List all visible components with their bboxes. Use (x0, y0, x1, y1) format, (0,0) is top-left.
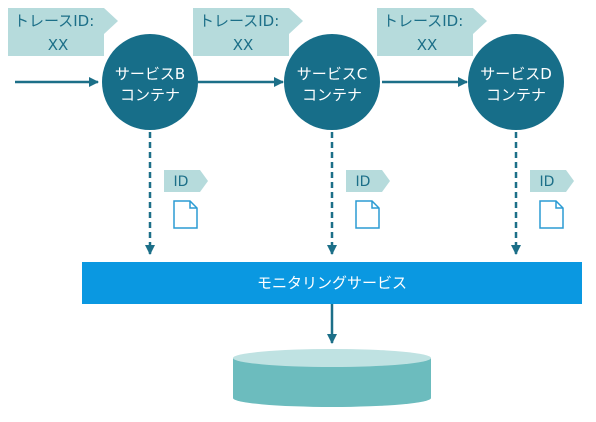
service-b-container: サービスB コンテナ (102, 34, 198, 130)
monitoring-service: モニタリングサービス (82, 262, 582, 304)
service-c-name: サービスC (297, 65, 367, 83)
trace-value-b: XX (48, 36, 69, 54)
id-tag-b: ID (164, 170, 208, 192)
trace-label-c: トレースID: (199, 12, 279, 30)
trace-label-d: トレースID: (383, 12, 463, 30)
document-icon (173, 200, 198, 229)
id-label-c: ID (356, 174, 371, 190)
service-c-kind: コンテナ (302, 86, 362, 104)
service-d-kind: コンテナ (486, 86, 546, 104)
monitoring-label: モニタリングサービス (257, 274, 407, 292)
id-tag-d: ID (530, 170, 574, 192)
document-icon (539, 200, 564, 229)
storage-cylinder (233, 349, 431, 407)
trace-tag-c: トレースID: XX (193, 8, 303, 56)
service-c-container: サービスC コンテナ (284, 34, 380, 130)
service-d-name: サービスD (480, 65, 552, 83)
id-label-d: ID (540, 174, 555, 190)
trace-tag-d: トレースID: XX (377, 8, 487, 56)
trace-label-b: トレースID: (14, 12, 94, 30)
service-d-container: サービスD コンテナ (468, 34, 564, 130)
tracing-diagram: トレースID: XX トレースID: XX トレースID: XX サービスB コ… (8, 8, 582, 407)
id-label-b: ID (174, 174, 189, 190)
trace-value-d: XX (417, 36, 438, 54)
service-b-name: サービスB (115, 65, 185, 83)
document-icon (355, 200, 380, 229)
id-tag-c: ID (346, 170, 390, 192)
trace-value-c: XX (233, 36, 254, 54)
service-b-kind: コンテナ (120, 86, 180, 104)
trace-tag-b: トレースID: XX (8, 8, 118, 56)
